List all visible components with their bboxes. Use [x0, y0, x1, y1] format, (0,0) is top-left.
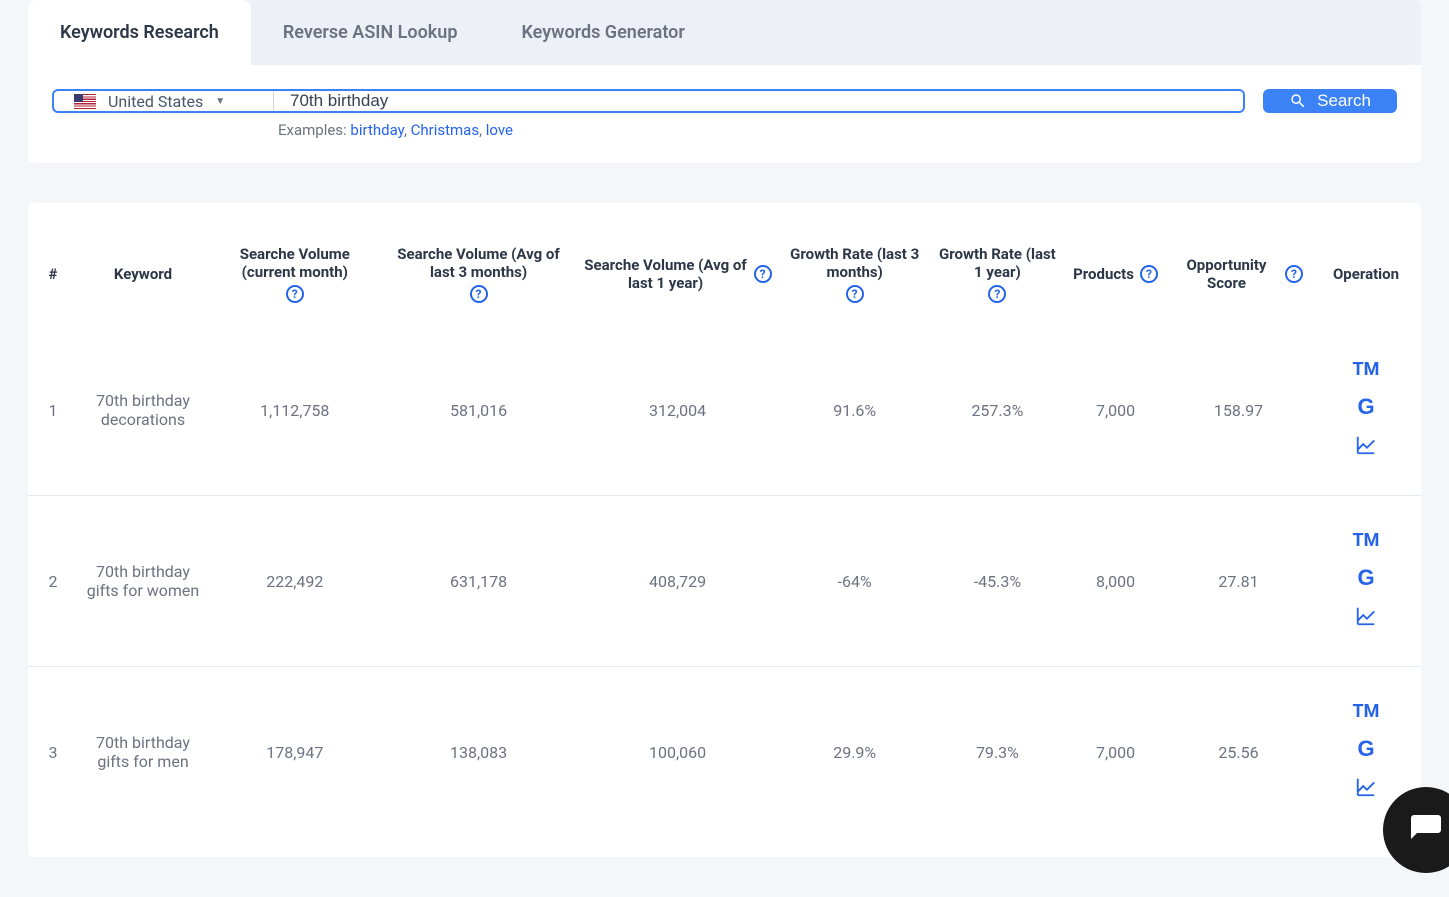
- cell-growth-1yr: 79.3%: [930, 667, 1065, 838]
- help-icon[interactable]: ?: [1285, 265, 1303, 283]
- examples-row: Examples: birthday, Christmas, love: [28, 121, 1421, 163]
- results-table: # Keyword Searche Volume (current month)…: [28, 223, 1421, 837]
- chat-icon: [1408, 812, 1444, 848]
- cell-number: 3: [28, 667, 78, 838]
- trademark-button[interactable]: TM: [1353, 530, 1380, 551]
- cell-growth-3mo: 91.6%: [780, 325, 930, 496]
- cell-growth-1yr: -45.3%: [930, 496, 1065, 667]
- col-vol-3mo: Searche Volume (Avg of last 3 months)?: [382, 223, 576, 325]
- tabs: Keywords Research Reverse ASIN Lookup Ke…: [28, 0, 1421, 65]
- table-row: 370th birthday gifts for men178,947138,0…: [28, 667, 1421, 838]
- example-link[interactable]: Christmas: [411, 121, 479, 139]
- trademark-button[interactable]: TM: [1353, 359, 1380, 380]
- country-select[interactable]: United States ▼: [54, 91, 274, 111]
- help-icon[interactable]: ?: [754, 265, 772, 283]
- cell-growth-3mo: -64%: [780, 496, 930, 667]
- help-icon[interactable]: ?: [846, 285, 864, 303]
- cell-keyword: 70th birthday decorations: [78, 325, 208, 496]
- examples-label: Examples:: [278, 121, 347, 139]
- col-opp-score: Opportunity Score?: [1166, 223, 1311, 325]
- results-table-card: # Keyword Searche Volume (current month)…: [28, 203, 1421, 857]
- search-button[interactable]: Search: [1263, 89, 1397, 113]
- cell-opp-score: 27.81: [1166, 496, 1311, 667]
- col-keyword: Keyword: [78, 223, 208, 325]
- example-link[interactable]: love: [486, 121, 513, 139]
- cell-vol-current: 1,112,758: [208, 325, 382, 496]
- cell-operation: TM G: [1311, 496, 1421, 667]
- search-icon: [1289, 92, 1307, 110]
- search-input-group: United States ▼: [52, 89, 1245, 113]
- google-button[interactable]: G: [1357, 394, 1374, 420]
- cell-vol-current: 222,492: [208, 496, 382, 667]
- search-button-label: Search: [1317, 91, 1371, 111]
- col-vol-current: Searche Volume (current month)?: [208, 223, 382, 325]
- trend-button[interactable]: [1355, 605, 1377, 632]
- tab-keywords-generator[interactable]: Keywords Generator: [489, 0, 716, 65]
- cell-growth-1yr: 257.3%: [930, 325, 1065, 496]
- col-products: Products?: [1065, 223, 1166, 325]
- example-link[interactable]: birthday: [350, 121, 404, 139]
- cell-keyword: 70th birthday gifts for women: [78, 496, 208, 667]
- chevron-down-icon: ▼: [215, 96, 225, 107]
- col-operation: Operation: [1311, 223, 1421, 325]
- search-panel: Keywords Research Reverse ASIN Lookup Ke…: [28, 0, 1421, 163]
- table-row: 270th birthday gifts for women222,492631…: [28, 496, 1421, 667]
- cell-opp-score: 158.97: [1166, 325, 1311, 496]
- cell-vol-3mo: 138,083: [382, 667, 576, 838]
- cell-products: 7,000: [1065, 325, 1166, 496]
- cell-vol-3mo: 581,016: [382, 325, 576, 496]
- cell-opp-score: 25.56: [1166, 667, 1311, 838]
- google-button[interactable]: G: [1357, 736, 1374, 762]
- trend-button[interactable]: [1355, 434, 1377, 461]
- cell-vol-1yr: 100,060: [575, 667, 779, 838]
- cell-growth-3mo: 29.9%: [780, 667, 930, 838]
- keyword-input[interactable]: [274, 91, 1243, 111]
- tab-reverse-asin[interactable]: Reverse ASIN Lookup: [251, 0, 490, 65]
- cell-number: 2: [28, 496, 78, 667]
- cell-vol-3mo: 631,178: [382, 496, 576, 667]
- google-button[interactable]: G: [1357, 565, 1374, 591]
- col-growth-3mo: Growth Rate (last 3 months)?: [780, 223, 930, 325]
- col-growth-1yr: Growth Rate (last 1 year)?: [930, 223, 1065, 325]
- help-icon[interactable]: ?: [470, 285, 488, 303]
- cell-keyword: 70th birthday gifts for men: [78, 667, 208, 838]
- help-icon[interactable]: ?: [286, 285, 304, 303]
- us-flag-icon: [74, 94, 96, 109]
- col-number: #: [28, 223, 78, 325]
- help-icon[interactable]: ?: [988, 285, 1006, 303]
- country-name: United States: [108, 92, 203, 111]
- help-icon[interactable]: ?: [1140, 265, 1158, 283]
- cell-vol-1yr: 408,729: [575, 496, 779, 667]
- cell-operation: TM G: [1311, 325, 1421, 496]
- col-vol-1yr: Searche Volume (Avg of last 1 year)?: [575, 223, 779, 325]
- cell-products: 8,000: [1065, 496, 1166, 667]
- trademark-button[interactable]: TM: [1353, 701, 1380, 722]
- cell-products: 7,000: [1065, 667, 1166, 838]
- cell-vol-current: 178,947: [208, 667, 382, 838]
- trend-button[interactable]: [1355, 776, 1377, 803]
- cell-number: 1: [28, 325, 78, 496]
- cell-vol-1yr: 312,004: [575, 325, 779, 496]
- tab-keywords-research[interactable]: Keywords Research: [28, 0, 251, 65]
- table-row: 170th birthday decorations1,112,758581,0…: [28, 325, 1421, 496]
